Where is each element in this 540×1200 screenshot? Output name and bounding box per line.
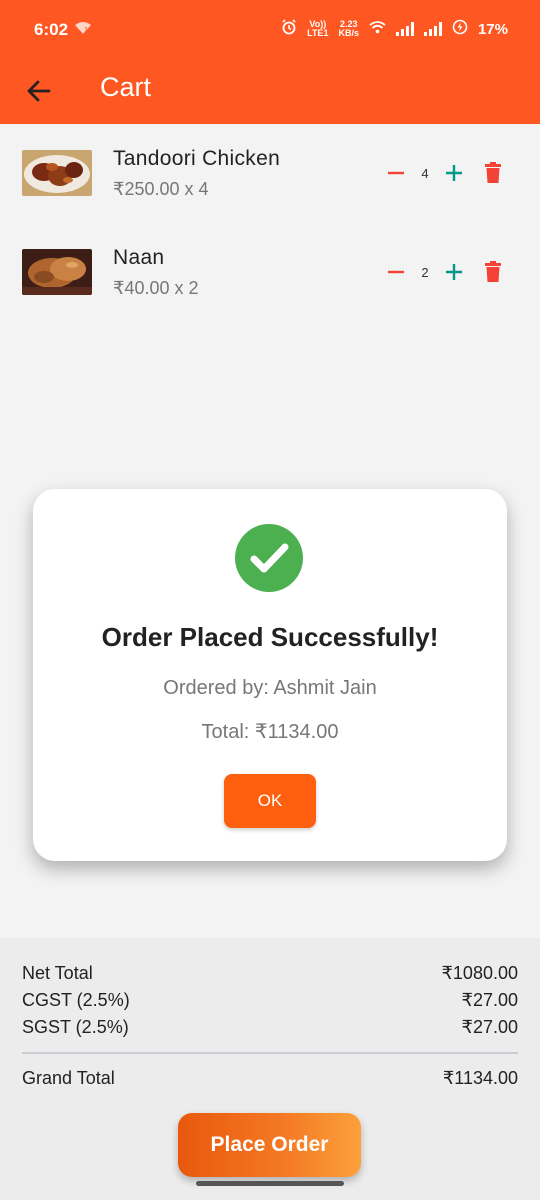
order-total-text: Total: ₹1134.00	[201, 721, 339, 743]
dialog-overlay: Order Placed Successfully! Ordered by: A…	[0, 0, 540, 1200]
ordered-by-text: Ordered by: Ashmit Jain	[163, 677, 377, 699]
ok-button[interactable]: OK	[224, 774, 316, 828]
order-success-dialog: Order Placed Successfully! Ordered by: A…	[33, 489, 507, 861]
check-circle-icon	[235, 524, 303, 592]
home-indicator[interactable]	[196, 1181, 344, 1186]
dialog-title: Order Placed Successfully!	[101, 622, 439, 652]
